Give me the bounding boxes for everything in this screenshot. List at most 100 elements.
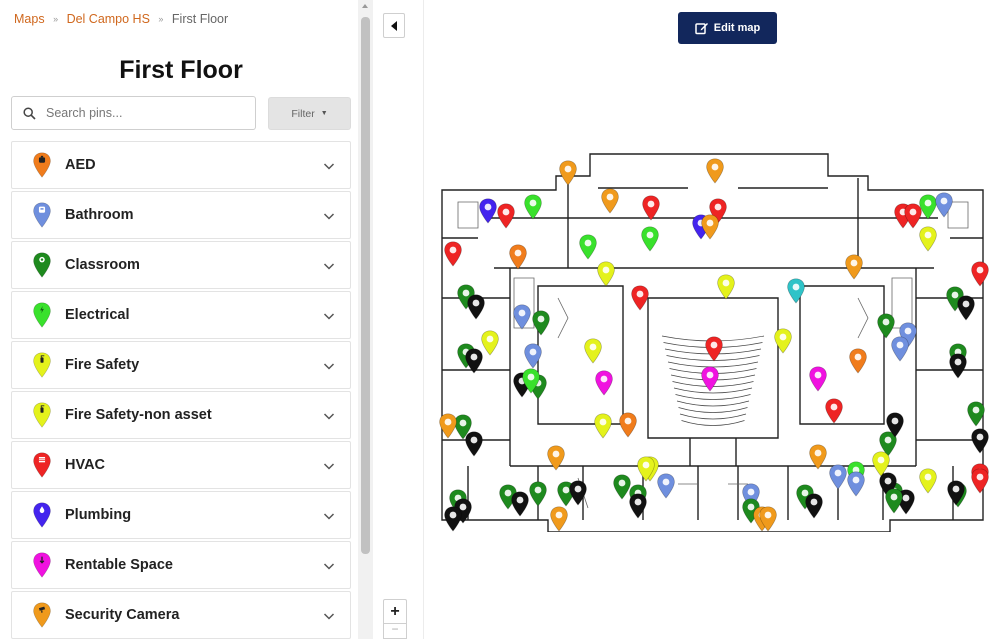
map-pin[interactable] [891, 336, 909, 362]
map-pin[interactable] [971, 261, 989, 287]
map-pin[interactable] [971, 428, 989, 454]
zoom-out-button[interactable]: − [383, 623, 407, 639]
map-pin[interactable] [706, 158, 724, 184]
map-pin[interactable] [825, 398, 843, 424]
chevron-down-icon[interactable] [322, 359, 336, 373]
map-pin[interactable] [705, 336, 723, 362]
map-pin[interactable] [524, 343, 542, 369]
map-pin[interactable] [885, 488, 903, 514]
category-item-security-camera[interactable]: Security Camera [11, 591, 351, 639]
zoom-in-button[interactable]: + [383, 599, 407, 623]
map-pin[interactable] [594, 413, 612, 439]
map-pin[interactable] [809, 366, 827, 392]
chevron-down-icon[interactable] [322, 459, 336, 473]
breadcrumb: Maps » Del Campo HS » First Floor [14, 12, 228, 26]
map-pin[interactable] [971, 468, 989, 494]
category-item-bathroom[interactable]: Bathroom [11, 191, 351, 239]
bathroom-icon [29, 202, 55, 228]
category-label: Classroom [65, 257, 140, 273]
map-pin[interactable] [717, 274, 735, 300]
map-pin[interactable] [597, 261, 615, 287]
map-pin[interactable] [631, 285, 649, 311]
map-pin[interactable] [642, 195, 660, 221]
map-pin[interactable] [465, 431, 483, 457]
map-pin[interactable] [774, 328, 792, 354]
map-pin[interactable] [845, 254, 863, 280]
seating-row [667, 361, 759, 368]
search-input[interactable] [46, 98, 246, 128]
category-item-fire-safety[interactable]: Fire Safety [11, 341, 351, 389]
map-pin[interactable] [601, 188, 619, 214]
category-item-hvac[interactable]: HVAC [11, 441, 351, 489]
sidebar-scrollbar[interactable] [358, 0, 373, 639]
category-label: HVAC [65, 457, 106, 473]
chevron-down-icon[interactable] [322, 609, 336, 623]
map-pin[interactable] [479, 198, 497, 224]
map-pin[interactable] [444, 506, 462, 532]
floor-plan[interactable] [438, 148, 990, 532]
map-pin[interactable] [919, 468, 937, 494]
map-pin[interactable] [524, 194, 542, 220]
filter-button[interactable]: Filter ▼ [268, 97, 351, 130]
map-pin[interactable] [787, 278, 805, 304]
map-pin[interactable] [872, 451, 890, 477]
category-item-fire-safety-non-asset[interactable]: Fire Safety-non asset [11, 391, 351, 439]
edit-map-button[interactable]: Edit map [678, 12, 777, 44]
map-pin[interactable] [957, 295, 975, 321]
map-pin[interactable] [641, 226, 659, 252]
map-pin[interactable] [805, 493, 823, 519]
map-pin[interactable] [579, 234, 597, 260]
map-pin[interactable] [701, 366, 719, 392]
category-item-rentable-space[interactable]: Rentable Space [11, 541, 351, 589]
map-pin[interactable] [481, 330, 499, 356]
map-pin[interactable] [511, 491, 529, 517]
map-pin[interactable] [444, 241, 462, 267]
map-pin[interactable] [949, 353, 967, 379]
fire-extinguisher-icon [29, 402, 55, 428]
map-pin[interactable] [569, 480, 587, 506]
chevron-down-icon[interactable] [322, 309, 336, 323]
map-pin[interactable] [935, 192, 953, 218]
scrollbar-thumb[interactable] [361, 17, 370, 554]
chevron-down-icon[interactable] [322, 259, 336, 273]
map-pin[interactable] [529, 481, 547, 507]
map-pin[interactable] [829, 464, 847, 490]
map-pin[interactable] [550, 506, 568, 532]
chevron-down-icon[interactable] [322, 159, 336, 173]
map-pin[interactable] [919, 226, 937, 252]
map-pin[interactable] [877, 313, 895, 339]
map-pin[interactable] [657, 473, 675, 499]
map-pin[interactable] [847, 471, 865, 497]
breadcrumb-link-school[interactable]: Del Campo HS [67, 12, 150, 26]
map-pin[interactable] [559, 160, 577, 186]
map-pin[interactable] [613, 474, 631, 500]
chevron-down-icon[interactable] [322, 509, 336, 523]
map-pin[interactable] [849, 348, 867, 374]
category-item-plumbing[interactable]: Plumbing [11, 491, 351, 539]
breadcrumb-link-maps[interactable]: Maps [14, 12, 45, 26]
collapse-sidebar-button[interactable] [383, 13, 405, 38]
category-item-classroom[interactable]: Classroom [11, 241, 351, 289]
chevron-down-icon[interactable] [322, 409, 336, 423]
chevron-down-icon[interactable] [322, 209, 336, 223]
map-pin[interactable] [467, 294, 485, 320]
map-pin[interactable] [595, 370, 613, 396]
map-pin[interactable] [509, 244, 527, 270]
breadcrumb-separator: » [53, 14, 59, 24]
map-pin[interactable] [919, 194, 937, 220]
security-camera-icon [29, 602, 55, 628]
map-pin[interactable] [967, 401, 985, 427]
category-item-aed[interactable]: AED [11, 141, 351, 189]
scroll-up-arrow-icon[interactable] [362, 4, 368, 8]
map-pin[interactable] [513, 304, 531, 330]
chevron-down-icon[interactable] [322, 559, 336, 573]
category-item-electrical[interactable]: Electrical [11, 291, 351, 339]
map-pin[interactable] [497, 203, 515, 229]
map-pin[interactable] [619, 412, 637, 438]
map-pin[interactable] [629, 493, 647, 519]
map-pin[interactable] [904, 203, 922, 229]
map-pin[interactable] [584, 338, 602, 364]
map-pin[interactable] [532, 310, 550, 336]
sidebar: Maps » Del Campo HS » First Floor First … [0, 0, 373, 639]
category-list: AED Bathroom Classroom Electrical Fire Safet… [11, 141, 351, 639]
